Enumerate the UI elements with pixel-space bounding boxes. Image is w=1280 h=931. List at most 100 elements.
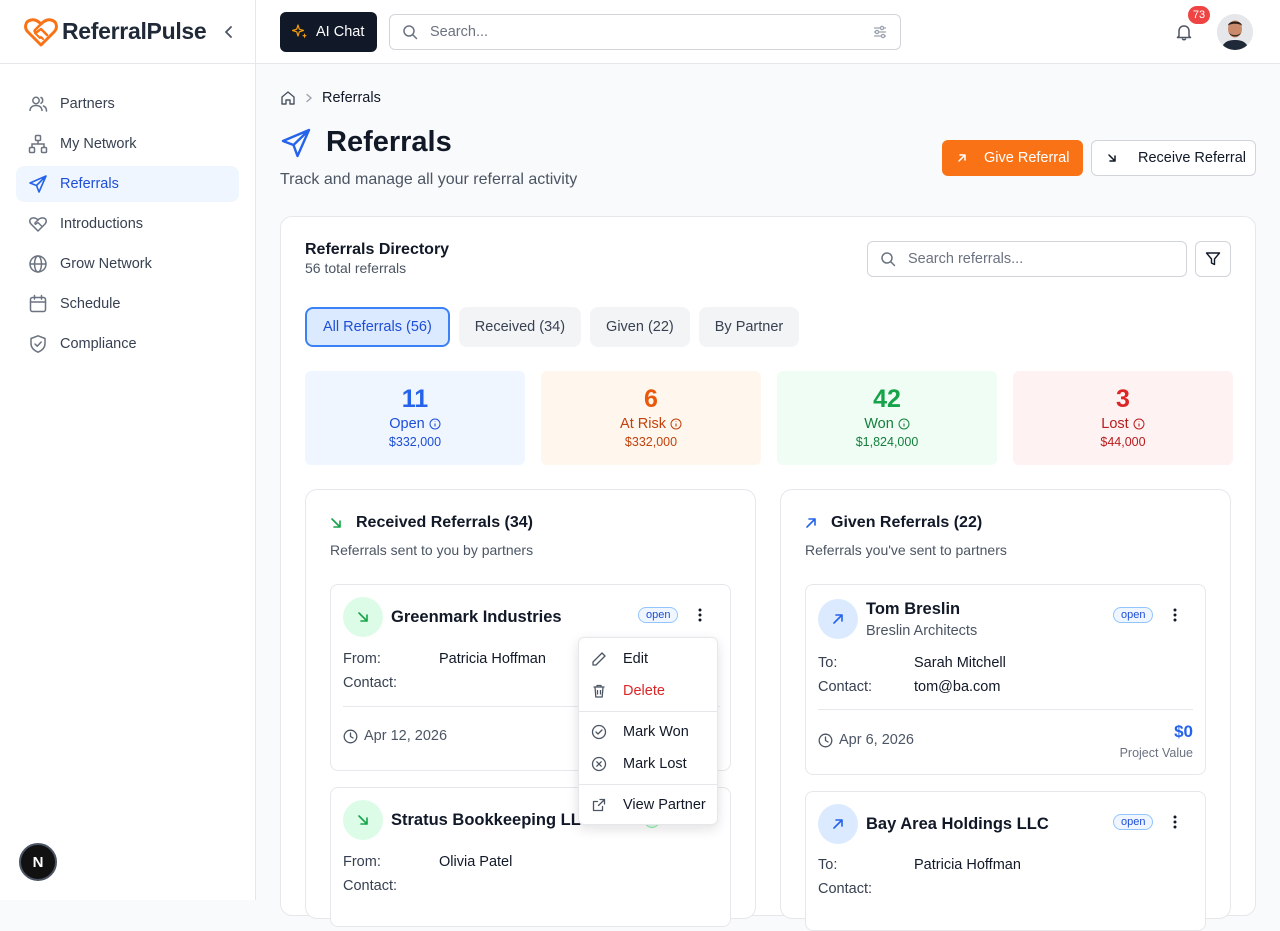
- sidebar-item-label: Schedule: [60, 296, 121, 312]
- arrow-down-right-icon: [331, 518, 341, 528]
- give-referral-button[interactable]: Give Referral: [942, 140, 1083, 176]
- user-avatar[interactable]: [1217, 14, 1253, 50]
- stat-number: 42: [873, 385, 901, 413]
- given-referral-card[interactable]: Bay Area Holdings LLC open To: Patricia …: [805, 791, 1206, 931]
- stat-open[interactable]: 11 Open $332,000: [305, 371, 525, 465]
- search-icon: [403, 25, 418, 40]
- main-content: Referrals Referrals Track and manage all…: [256, 64, 1280, 931]
- clock-icon: [343, 729, 358, 743]
- clock-icon: [818, 733, 833, 747]
- menu-item-view-partner[interactable]: View Partner: [579, 790, 717, 820]
- contact-label: Contact:: [343, 878, 397, 894]
- received-indicator: [343, 800, 383, 840]
- chevron-left-icon: [225, 26, 232, 38]
- globe-icon: [29, 255, 47, 273]
- received-panel-title: Received Referrals (34): [330, 514, 533, 532]
- given-indicator: [818, 804, 858, 844]
- sidebar-item-grow-network[interactable]: Grow Network: [16, 246, 239, 282]
- dev-tools-badge[interactable]: N: [19, 843, 57, 881]
- more-options-button[interactable]: [1167, 814, 1183, 830]
- sidebar-item-schedule[interactable]: Schedule: [16, 286, 239, 322]
- stat-won[interactable]: 42 Won $1,824,000: [777, 371, 997, 465]
- avatar-image: [1217, 14, 1253, 50]
- collapse-sidebar-button[interactable]: [219, 22, 239, 42]
- stat-amount: $44,000: [1100, 435, 1146, 449]
- sliders-icon[interactable]: [872, 24, 888, 40]
- sidebar-item-compliance[interactable]: Compliance: [16, 326, 239, 362]
- menu-label: View Partner: [623, 797, 706, 813]
- page-title: Referrals: [326, 126, 452, 158]
- referrals-search-input[interactable]: Search referrals...: [867, 241, 1187, 277]
- info-icon: [670, 418, 682, 430]
- referral-name: Bay Area Holdings LLC: [866, 815, 1049, 833]
- menu-item-mark-won[interactable]: Mark Won: [579, 717, 717, 747]
- sidebar-item-label: Introductions: [60, 216, 144, 232]
- breadcrumb-current: Referrals: [322, 90, 381, 106]
- menu-label: Delete: [623, 683, 665, 699]
- users-icon: [29, 96, 48, 112]
- stat-lost[interactable]: 3 Lost $44,000: [1013, 371, 1233, 465]
- from-value: Olivia Patel: [439, 854, 513, 870]
- stat-label: Open: [389, 416, 425, 432]
- arrow-up-right-icon: [833, 819, 843, 829]
- sidebar-nav: Partners My Network Referrals Introducti…: [0, 64, 255, 362]
- sparkles-icon: [292, 24, 307, 39]
- trash-icon: [593, 684, 605, 698]
- give-referral-label: Give Referral: [984, 150, 1070, 166]
- referral-name: Tom Breslin: [866, 600, 961, 618]
- filter-button[interactable]: [1195, 241, 1231, 277]
- more-options-button[interactable]: [692, 607, 708, 623]
- sidebar-item-introductions[interactable]: Introductions: [16, 206, 239, 242]
- check-circle-icon: [591, 724, 607, 740]
- stat-number: 11: [401, 385, 429, 413]
- chevron-right-icon: [306, 93, 313, 103]
- tab-by-partner[interactable]: By Partner: [698, 307, 800, 347]
- contact-label: Contact:: [818, 881, 872, 897]
- global-search-input[interactable]: Search...: [389, 14, 901, 50]
- sidebar-item-partners[interactable]: Partners: [16, 86, 239, 122]
- from-value: Patricia Hoffman: [439, 651, 546, 667]
- from-label: From:: [343, 651, 381, 667]
- menu-item-edit[interactable]: Edit: [579, 644, 717, 674]
- card-actions-menu: Edit Delete Mark Won Mark Lost View Part…: [578, 637, 718, 825]
- stats-row: 11 Open $332,000 6 At Risk $332,000 42 W…: [305, 371, 1233, 465]
- more-vertical-icon: [1173, 815, 1177, 829]
- tab-all-referrals[interactable]: All Referrals (56): [305, 307, 450, 347]
- sidebar-item-label: Compliance: [60, 336, 137, 352]
- received-title-text: Received Referrals (34): [356, 514, 533, 531]
- ai-chat-button[interactable]: AI Chat: [280, 12, 377, 52]
- notification-count-badge: 73: [1188, 6, 1210, 24]
- status-badge: open: [1113, 607, 1154, 623]
- info-icon: [898, 418, 910, 430]
- search-placeholder: Search referrals...: [908, 251, 1024, 267]
- x-circle-icon: [591, 756, 607, 772]
- menu-item-mark-lost[interactable]: Mark Lost: [579, 749, 717, 779]
- home-icon[interactable]: [280, 90, 296, 106]
- send-icon: [281, 128, 311, 157]
- sidebar-item-label: Grow Network: [60, 256, 152, 272]
- given-title-text: Given Referrals (22): [831, 514, 983, 531]
- menu-label: Mark Lost: [623, 756, 687, 772]
- tab-received[interactable]: Received (34): [458, 307, 582, 347]
- tab-given[interactable]: Given (22): [590, 307, 690, 347]
- sidebar-item-label: Partners: [60, 96, 115, 112]
- receive-referral-button[interactable]: Receive Referral: [1091, 140, 1256, 176]
- menu-item-delete[interactable]: Delete: [579, 676, 717, 706]
- more-vertical-icon: [1173, 608, 1177, 622]
- sidebar-item-referrals[interactable]: Referrals: [16, 166, 239, 202]
- given-referral-card[interactable]: Tom Breslin Breslin Architects open To: …: [805, 584, 1206, 775]
- sidebar: ReferralPulse Partners My Network Referr…: [0, 0, 256, 900]
- stat-at-risk[interactable]: 6 At Risk $332,000: [541, 371, 761, 465]
- referral-name: Stratus Bookkeeping LLC: [391, 811, 593, 829]
- to-value: Sarah Mitchell: [914, 655, 1006, 671]
- bell-icon[interactable]: [1174, 22, 1194, 42]
- stat-amount: $332,000: [624, 435, 678, 449]
- referral-date: Apr 6, 2026: [818, 732, 914, 748]
- stat-amount: $332,000: [388, 435, 442, 449]
- arrow-down-right-icon: [358, 612, 368, 622]
- more-options-button[interactable]: [1167, 607, 1183, 623]
- given-referrals-panel: Given Referrals (22) Referrals you've se…: [780, 489, 1231, 931]
- referrals-directory: Referrals Directory 56 total referrals S…: [280, 216, 1256, 931]
- heart-handshake-logo-icon: [24, 17, 58, 46]
- sidebar-item-my-network[interactable]: My Network: [16, 126, 239, 162]
